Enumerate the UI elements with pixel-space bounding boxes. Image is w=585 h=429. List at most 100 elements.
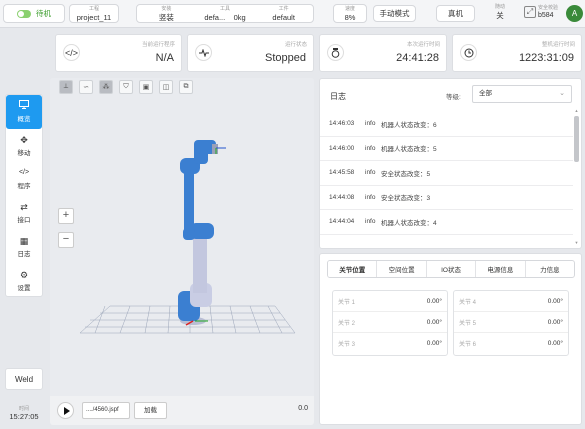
scroll-up-icon[interactable]: ▲ xyxy=(574,108,579,113)
log-level: info xyxy=(365,169,376,177)
joint-name: 关节 6 xyxy=(459,342,477,348)
log-list[interactable]: 14:46:03 info 机器人状态改变：6 14:46:00 info 机器… xyxy=(320,112,573,235)
log-message: 机器人状态改变：4 xyxy=(381,219,437,227)
tab-power-info[interactable]: 电源信息 xyxy=(476,261,526,277)
sidebar-item-label: 接口 xyxy=(17,217,31,225)
safety-value: b584 xyxy=(538,12,554,19)
log-time: 14:45:58 xyxy=(329,169,355,177)
weld-button[interactable]: Weld xyxy=(5,368,43,390)
robot-3d-viewer[interactable]: ⟂ ∽ ⁂ ⛉ ▣ ◫ ⧉ + − ..../4560.jspf 加载 0.0 xyxy=(50,78,314,425)
safety-label: 安全校验 xyxy=(538,5,559,11)
sidebar-item-label: 程序 xyxy=(17,183,31,191)
calendar-icon: ▦ xyxy=(19,236,29,247)
avatar[interactable]: A xyxy=(566,5,583,22)
manual-mode-button[interactable]: 手动模式 xyxy=(373,5,416,22)
time-value: 15:27:05 xyxy=(9,412,39,421)
project-value: project_11 xyxy=(76,13,112,22)
this-run-label: 本次运行时间 xyxy=(406,42,440,48)
run-status-value: Stopped xyxy=(265,52,306,64)
clock-icon xyxy=(460,44,477,61)
joint-row: 关节 3 0.00° xyxy=(333,333,447,354)
safety-check-icon[interactable]: ⤢ xyxy=(524,6,536,18)
program-file-field[interactable]: ..../4560.jspf xyxy=(82,402,130,419)
workpiece-label: 工件 xyxy=(278,6,289,12)
real-machine-button[interactable]: 真机 xyxy=(436,5,475,22)
log-level: info xyxy=(365,144,376,152)
monitor-icon xyxy=(19,100,29,111)
log-row: 14:46:03 info 机器人状态改变：6 xyxy=(320,112,573,137)
sidebar-item-label: 概览 xyxy=(17,116,31,124)
joint-value: 0.00° xyxy=(426,340,442,347)
program-value: N/A xyxy=(155,52,174,64)
sidebar-item-log[interactable]: ▦ 日志 xyxy=(6,230,42,264)
log-level: info xyxy=(365,218,376,226)
project-pill[interactable]: 工程 project_11 xyxy=(69,4,119,23)
tab-space-position[interactable]: 空间位置 xyxy=(377,261,427,277)
install-label: 安装 xyxy=(161,6,172,12)
log-row: 14:45:58 info 安全状态改变：5 xyxy=(320,161,573,186)
this-run-value: 24:41:28 xyxy=(396,52,439,64)
log-time: 14:44:08 xyxy=(329,193,355,201)
project-label: 工程 xyxy=(88,6,99,12)
sidebar-item-label: 设置 xyxy=(17,284,31,292)
log-time: 14:46:00 xyxy=(329,144,355,152)
level-select[interactable]: 全部 ⌄ xyxy=(472,85,572,103)
log-row: 14:44:08 info 安全状态改变：3 xyxy=(320,186,573,210)
sidebar-item-label: 日志 xyxy=(17,251,31,259)
log-title: 日志 xyxy=(330,92,346,101)
log-level: info xyxy=(365,193,376,201)
install-cell: 安装 竖装 xyxy=(137,6,196,22)
log-message: 安全状态改变：3 xyxy=(381,195,431,203)
code-icon: </> xyxy=(63,44,80,61)
sidebar-item-move[interactable]: ✥ 移动 xyxy=(6,129,42,163)
joint-value: 0.00° xyxy=(547,340,563,347)
joint-panel: 关节位置 空间位置 IO状态 电源信息 力信息 关节 1 0.00° 关节 2 … xyxy=(319,253,582,425)
interface-icon: ⇄ xyxy=(20,202,28,213)
tool-cell: 工具 defa... 0kg xyxy=(196,6,255,22)
program-card: </> 当前运行程序 N/A xyxy=(55,34,182,72)
joint-row: 关节 1 0.00° xyxy=(333,291,447,312)
tab-io-status[interactable]: IO状态 xyxy=(427,261,477,277)
sidebar-item-overview[interactable]: 概览 xyxy=(6,95,42,129)
chevron-down-icon: ⌄ xyxy=(559,90,565,97)
sidebar-item-settings[interactable]: ⚙ 设置 xyxy=(6,264,42,296)
joint-row: 关节 4 0.00° xyxy=(454,291,568,312)
joint-tabs: 关节位置 空间位置 IO状态 电源信息 力信息 xyxy=(327,260,575,278)
load-button[interactable]: 加载 xyxy=(134,402,167,419)
joint-row: 关节 5 0.00° xyxy=(454,312,568,333)
status-toggle-pill[interactable]: 待机 xyxy=(3,4,65,23)
sidebar: 概览 ✥ 移动 </> 程序 ⇄ 接口 ▦ 日志 ⚙ 设置 xyxy=(5,94,43,297)
speed-pill[interactable]: 速度 8% xyxy=(333,4,367,23)
tab-force-info[interactable]: 力信息 xyxy=(526,261,574,277)
total-run-label: 整机运行时间 xyxy=(541,42,575,48)
sidebar-item-interface[interactable]: ⇄ 接口 xyxy=(6,196,42,230)
log-scrollbar[interactable]: ▲ ▼ xyxy=(574,108,579,246)
follow-toggle[interactable]: 随动 关 xyxy=(485,3,515,24)
sidebar-item-program[interactable]: </> 程序 xyxy=(6,163,42,197)
gear-icon: ⚙ xyxy=(19,269,29,280)
joint-value: 0.00° xyxy=(547,318,563,326)
joint-name: 关节 2 xyxy=(338,320,356,327)
joint-name: 关节 1 xyxy=(338,299,356,306)
program-label: 当前运行程序 xyxy=(141,42,175,48)
scroll-thumb[interactable] xyxy=(574,116,579,162)
tool-value: defa... 0kg xyxy=(196,13,255,22)
scroll-down-icon[interactable]: ▼ xyxy=(574,240,579,245)
level-label: 等级: xyxy=(446,94,461,101)
time-label: 时间 xyxy=(18,406,29,412)
log-time: 14:46:03 xyxy=(329,120,355,128)
joint-value: 0.00° xyxy=(426,297,442,305)
joint-value: 0.00° xyxy=(547,297,563,305)
joint-list-left: 关节 1 0.00° 关节 2 0.00° 关节 3 0.00° xyxy=(332,290,448,356)
play-button[interactable] xyxy=(57,402,74,419)
move-icon: ✥ xyxy=(20,134,28,145)
joint-value: 0.00° xyxy=(426,318,442,326)
follow-label: 随动 xyxy=(494,4,505,10)
robot-arm xyxy=(178,140,226,326)
tool-label: 工具 xyxy=(220,6,231,12)
workpiece-value: default xyxy=(272,13,295,22)
install-tool-workpiece-pill[interactable]: 安装 竖装 工具 defa... 0kg 工件 default xyxy=(136,4,314,23)
tab-joint-position[interactable]: 关节位置 xyxy=(328,261,378,277)
speed-label: 速度 xyxy=(344,6,355,12)
log-message: 机器人状态改变：6 xyxy=(381,121,437,129)
